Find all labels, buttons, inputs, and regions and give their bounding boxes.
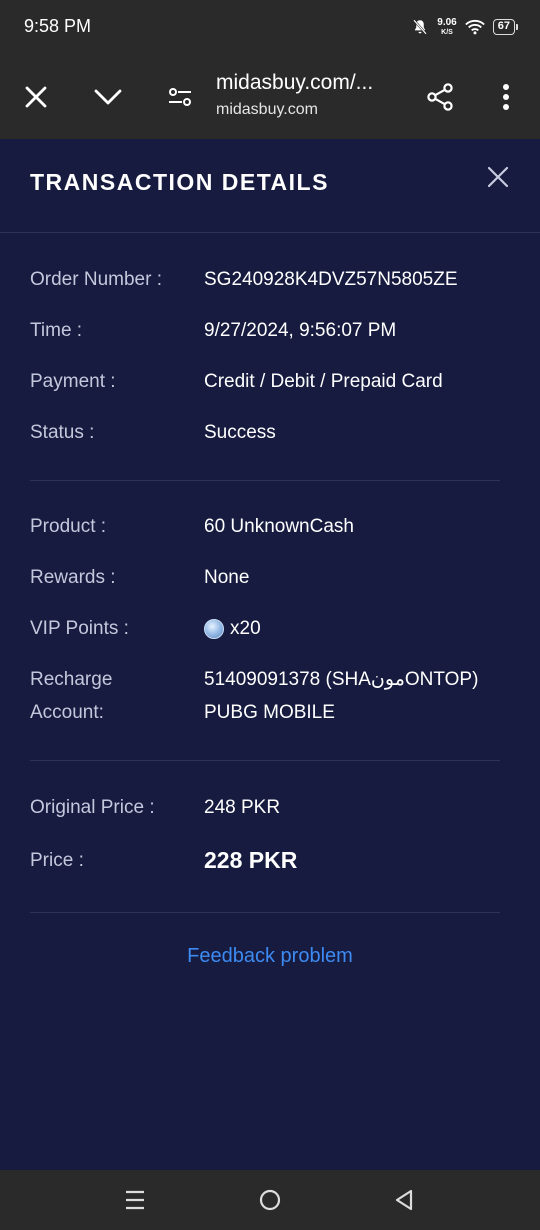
payment-label: Payment :	[30, 371, 116, 392]
more-vert-icon	[503, 84, 509, 110]
status-label: Status :	[30, 422, 95, 443]
vip-points-value: x20	[230, 618, 261, 639]
section-divider	[30, 912, 500, 913]
chevron-down-icon	[94, 89, 122, 105]
mute-bell-icon	[413, 19, 428, 35]
vip-points-label: VIP Points :	[30, 618, 129, 639]
price-label: Price :	[30, 850, 84, 871]
time-label: Time :	[30, 320, 83, 341]
share-icon	[427, 83, 453, 111]
home-button[interactable]	[254, 1184, 286, 1216]
recharge-account-id: 51409091378 (SHAمونONTOP)	[204, 669, 479, 690]
network-speed: 9.06 K/S	[437, 17, 457, 37]
header-divider	[0, 232, 540, 233]
order-number-label: Order Number :	[30, 269, 162, 290]
status-bar: 9:58 PM 9.06 K/S 67	[0, 0, 540, 55]
panel-close-button[interactable]	[484, 163, 512, 191]
browser-toolbar: midasbuy.com/... midasbuy.com	[0, 55, 540, 139]
vip-coin-icon	[204, 618, 224, 639]
url-domain: midasbuy.com	[216, 101, 318, 118]
net-speed-unit: K/S	[441, 29, 453, 36]
status-value: Success	[204, 422, 276, 443]
section-divider	[30, 480, 500, 481]
recharge-label-line2: Account:	[30, 702, 104, 723]
more-options-button[interactable]	[488, 79, 524, 115]
recharge-game: PUBG MOBILE	[204, 702, 335, 723]
recent-apps-button[interactable]	[119, 1184, 151, 1216]
address-bar[interactable]: midasbuy.com/... midasbuy.com	[216, 71, 373, 119]
transaction-details-panel: TRANSACTION DETAILS Order Number : SG240…	[0, 139, 540, 1170]
status-icons: 9.06 K/S 67	[411, 14, 518, 40]
time-value: 9/27/2024, 9:56:07 PM	[204, 320, 397, 341]
price-value: 228 PKR	[204, 847, 298, 873]
battery-level: 67	[492, 19, 515, 35]
product-value: 60 UnknownCash	[204, 516, 354, 537]
original-price-label: Original Price :	[30, 797, 155, 818]
feedback-problem-link[interactable]: Feedback problem	[0, 945, 540, 968]
recent-apps-icon	[126, 1190, 144, 1210]
section-divider	[30, 760, 500, 761]
close-icon	[25, 86, 47, 108]
status-time: 9:58 PM	[24, 16, 92, 36]
close-tab-button[interactable]	[18, 79, 54, 115]
back-button[interactable]	[388, 1184, 420, 1216]
battery-icon: 67	[492, 19, 518, 35]
net-speed-value: 9.06	[437, 17, 457, 28]
original-price-value: 248 PKR	[204, 797, 281, 818]
order-number-value: SG240928K4DVZ57N5805ZE	[204, 269, 458, 290]
recharge-account-row: Recharge Account: 51409091378 (SHAمونONT…	[30, 663, 510, 729]
back-triangle-icon	[395, 1189, 413, 1211]
site-settings-icon	[169, 88, 191, 106]
collapse-button[interactable]	[90, 79, 126, 115]
payment-value: Credit / Debit / Prepaid Card	[204, 371, 443, 392]
panel-title: TRANSACTION DETAILS	[30, 169, 329, 195]
recharge-label-line1: Recharge	[30, 669, 113, 690]
url-title: midasbuy.com/...	[216, 71, 374, 94]
product-label: Product :	[30, 516, 107, 537]
site-settings-button[interactable]	[162, 79, 198, 115]
rewards-value: None	[204, 567, 250, 588]
share-button[interactable]	[422, 79, 458, 115]
system-nav-bar	[0, 1170, 540, 1230]
rewards-label: Rewards :	[30, 567, 116, 588]
wifi-icon	[464, 20, 485, 35]
close-icon	[487, 166, 509, 188]
vip-points-value-group: x20	[204, 612, 261, 645]
home-circle-icon	[259, 1189, 281, 1211]
